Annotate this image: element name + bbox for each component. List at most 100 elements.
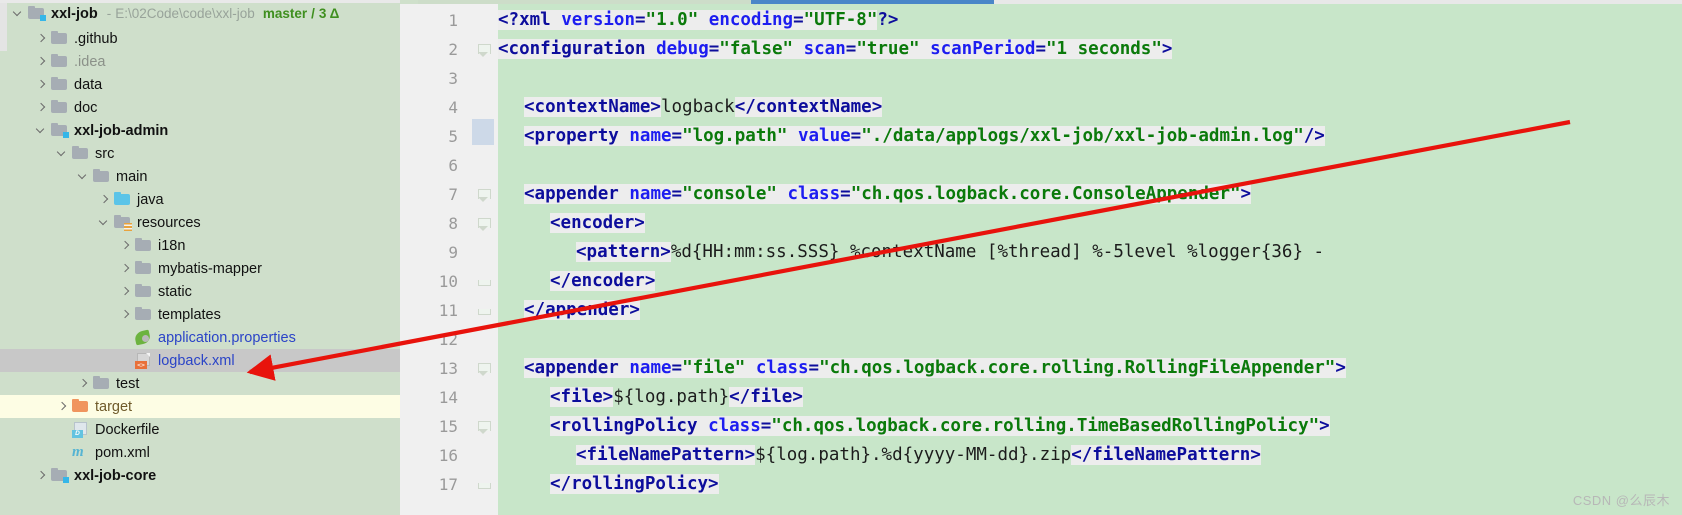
line-number: 5 <box>448 127 458 146</box>
chevron-down-icon[interactable] <box>77 170 90 183</box>
line-number: 15 <box>438 417 458 436</box>
chevron-right-icon[interactable] <box>35 32 48 45</box>
chevron-right-icon[interactable] <box>119 239 132 252</box>
code-line[interactable]: </encoder> <box>550 267 656 296</box>
tree-item-label: templates <box>158 306 221 323</box>
target-folder-icon <box>71 399 90 414</box>
chevron-down-icon[interactable] <box>98 216 111 229</box>
code-token <box>697 416 709 436</box>
tree-item-java[interactable]: java <box>0 188 400 211</box>
code-line[interactable]: </appender> <box>524 296 640 325</box>
fold-toggle-icon[interactable] <box>478 363 491 376</box>
chevron-right-icon[interactable] <box>35 469 48 482</box>
code-token: = <box>671 126 683 146</box>
code-token: "file" <box>682 358 746 378</box>
chevron-right-icon[interactable] <box>56 400 69 413</box>
tree-item-label: application.properties <box>158 329 296 346</box>
fold-toggle-icon[interactable] <box>478 189 491 202</box>
code-line[interactable]: <pattern>%d{HH:mm:ss.SSS} %contextName [… <box>576 238 1324 267</box>
tree-item-pom-xml[interactable]: m pom.xml <box>0 441 400 464</box>
tree-item-doc[interactable]: doc <box>0 96 400 119</box>
code-line[interactable]: <appender name="console" class="ch.qos.l… <box>524 180 1252 209</box>
git-branch-label: master <box>262 6 308 21</box>
code-editor[interactable]: 1 2 3 4 5 6 7 8 9 10 11 12 13 14 15 16 17 <?xml version=… <box>400 0 1682 515</box>
code-token: = <box>760 416 772 436</box>
code-line[interactable]: <encoder> <box>550 209 645 238</box>
code-token: ${log.path}.%d{yyyy-MM-dd}.zip <box>755 445 1072 465</box>
fold-end-marker[interactable] <box>478 276 491 288</box>
code-fold-gutter[interactable] <box>468 4 498 515</box>
tree-item-label: .github <box>74 30 118 47</box>
code-token: = <box>793 10 804 30</box>
tree-item-label: target <box>95 398 133 415</box>
line-number: 16 <box>438 446 458 465</box>
fold-toggle-icon[interactable] <box>478 44 491 57</box>
fold-end-marker[interactable] <box>478 305 491 317</box>
code-line[interactable]: <property name="log.path" value="./data/… <box>524 122 1325 151</box>
module-folder-icon <box>50 468 69 483</box>
code-token: = <box>845 39 857 59</box>
caret-line-marker <box>472 119 494 145</box>
chevron-right-icon[interactable] <box>35 78 48 91</box>
tree-root-row[interactable]: xxl-job - E:\02Code\code\xxl-job master … <box>0 0 400 27</box>
tree-item-target[interactable]: target <box>0 395 400 418</box>
code-token <box>745 358 756 378</box>
chevron-right-icon[interactable] <box>35 101 48 114</box>
tree-item-data[interactable]: data <box>0 73 400 96</box>
chevron-right-icon[interactable] <box>35 55 48 68</box>
code-token <box>919 39 931 59</box>
tree-item-templates[interactable]: templates <box>0 303 400 326</box>
code-token: <encoder> <box>550 213 645 233</box>
tree-item--idea[interactable]: .idea <box>0 50 400 73</box>
chevron-down-icon[interactable] <box>35 124 48 137</box>
code-line[interactable]: </rollingPolicy> <box>550 470 719 499</box>
code-content-area[interactable]: <?xml version="1.0" encoding="UTF-8"?> <c… <box>498 4 1682 515</box>
tree-item-i18n[interactable]: i18n <box>0 234 400 257</box>
tree-item-test[interactable]: test <box>0 372 400 395</box>
docker-file-icon: D <box>71 422 90 438</box>
tree-item-static[interactable]: static <box>0 280 400 303</box>
tree-item-logback-xml[interactable]: <> logback.xml <box>0 349 400 372</box>
line-number-gutter: 1 2 3 4 5 6 7 8 9 10 11 12 13 14 15 16 17 <box>400 4 468 515</box>
fold-end-marker[interactable] <box>478 479 491 491</box>
project-tree-panel[interactable]: xxl-job - E:\02Code\code\xxl-job master … <box>0 0 400 515</box>
code-line[interactable]: <file>${log.path}</file> <box>550 383 803 412</box>
code-token: "false" <box>719 39 794 59</box>
chevron-right-icon[interactable] <box>98 193 111 206</box>
code-line[interactable]: <fileNamePattern>${log.path}.%d{yyyy-MM-… <box>576 441 1261 470</box>
chevron-down-icon[interactable] <box>56 147 69 160</box>
chevron-right-icon[interactable] <box>77 377 90 390</box>
tree-item-xxl-job-core[interactable]: xxl-job-core <box>0 464 400 487</box>
fold-toggle-icon[interactable] <box>478 218 491 231</box>
tree-item--github[interactable]: .github <box>0 27 400 50</box>
code-token: > <box>1161 39 1173 59</box>
line-number: 4 <box>448 98 458 117</box>
code-token: </appender> <box>524 300 640 320</box>
tree-item-label: static <box>158 283 192 300</box>
code-line[interactable]: <?xml version="1.0" encoding="UTF-8"?> <box>498 6 898 35</box>
tree-item-xxl-job-admin[interactable]: xxl-job-admin <box>0 119 400 142</box>
tree-item-mybatis-mapper[interactable]: mybatis-mapper <box>0 257 400 280</box>
code-token <box>793 39 804 59</box>
code-line[interactable]: <configuration debug="false" scan="true"… <box>498 35 1173 64</box>
chevron-right-icon[interactable] <box>119 308 132 321</box>
folder-icon <box>92 169 111 184</box>
tree-item-dockerfile[interactable]: D Dockerfile <box>0 418 400 441</box>
tree-item-src[interactable]: src <box>0 142 400 165</box>
code-line[interactable]: <rollingPolicy class="ch.qos.logback.cor… <box>550 412 1330 441</box>
code-token: %d{HH:mm:ss.SSS} %contextName [%thread] … <box>670 242 1325 262</box>
chevron-right-icon[interactable] <box>119 262 132 275</box>
tree-item-resources[interactable]: resources <box>0 211 400 234</box>
code-token <box>550 10 562 30</box>
tree-item-main[interactable]: main <box>0 165 400 188</box>
code-line[interactable]: <contextName>logback</contextName> <box>524 93 883 122</box>
resources-folder-icon <box>113 215 132 231</box>
code-line[interactable]: <appender name="file" class="ch.qos.logb… <box>524 354 1346 383</box>
chevron-right-icon[interactable] <box>119 285 132 298</box>
fold-toggle-icon[interactable] <box>478 421 491 434</box>
code-token: <appender <box>524 184 619 204</box>
tree-item-application-properties[interactable]: application.properties <box>0 326 400 349</box>
chevron-down-icon[interactable] <box>12 7 25 20</box>
